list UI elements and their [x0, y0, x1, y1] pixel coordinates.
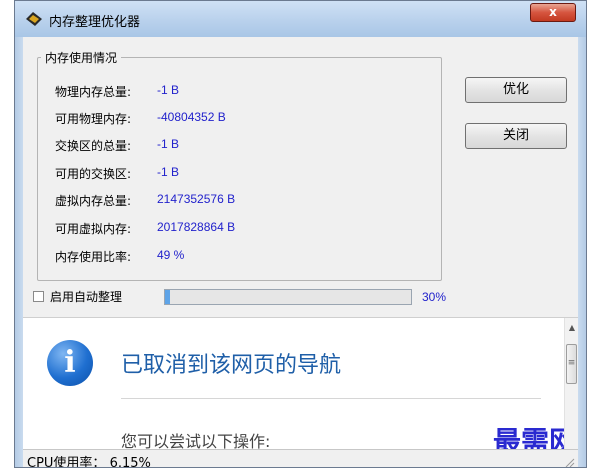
label-virtual-total: 虚拟内存总量:	[55, 194, 132, 208]
close-button[interactable]: x	[530, 3, 576, 22]
divider	[121, 398, 541, 399]
vertical-scrollbar[interactable]: ▲ ≡	[564, 318, 578, 450]
label-swap-total: 交换区的总量:	[55, 139, 132, 153]
label-swap-available: 可用的交换区:	[55, 167, 132, 181]
value-physical-total: -1 B	[157, 83, 180, 97]
value-usage-ratio: 49 %	[157, 248, 185, 262]
auto-organize-checkbox[interactable]	[33, 291, 44, 302]
cpu-usage-status: CPU使用率： 6.15%	[27, 456, 151, 468]
value-swap-available: -1 B	[157, 165, 180, 179]
window-frame-left	[15, 37, 23, 467]
label-physical-available: 可用物理内存:	[55, 112, 132, 126]
label-usage-ratio: 内存使用比率:	[55, 250, 132, 264]
progress-bar	[164, 289, 412, 305]
scroll-up-arrow-icon[interactable]: ▲	[565, 322, 578, 334]
scrollbar-thumb[interactable]: ≡	[566, 344, 577, 384]
info-glyph: i	[64, 345, 76, 380]
window-title: 内存整理优化器	[49, 15, 141, 30]
value-physical-available: -40804352 B	[157, 110, 226, 124]
progress-percent: 30%	[422, 290, 447, 304]
close-dialog-button[interactable]: 关闭	[465, 123, 567, 149]
title-bar[interactable]: 内存整理优化器 x	[15, 1, 586, 37]
status-bar: CPU使用率： 6.15%	[23, 449, 578, 468]
resize-grip-icon[interactable]	[563, 456, 575, 468]
suggestion-text: 您可以尝试以下操作:	[121, 432, 271, 450]
value-swap-total: -1 B	[157, 137, 180, 151]
client-area: 内存使用情况 物理内存总量: -1 B 可用物理内存: -40804352 B …	[23, 37, 578, 468]
window-frame-right	[578, 37, 586, 467]
progress-fill	[165, 290, 170, 304]
auto-organize-label[interactable]: 启用自动整理	[50, 288, 122, 305]
value-virtual-available: 2017828864 B	[157, 220, 236, 234]
navigation-canceled-heading: 已取消到该网页的导航	[121, 353, 342, 378]
grip-lines-icon: ≡	[567, 358, 576, 368]
label-physical-total: 物理内存总量:	[55, 85, 132, 99]
label-virtual-available: 可用虚拟内存:	[55, 222, 132, 236]
memory-group-title: 内存使用情况	[41, 49, 122, 66]
app-window: 内存整理优化器 x 内存使用情况 物理内存总量: -1 B 可用物理内存: -4…	[14, 0, 587, 468]
embedded-browser-panel: i 已取消到该网页的导航 您可以尝试以下操作: 最需网 ▲ ≡	[23, 317, 578, 450]
optimize-button[interactable]: 优化	[465, 77, 567, 103]
memory-chip-icon	[26, 12, 42, 26]
value-virtual-total: 2147352576 B	[157, 192, 236, 206]
